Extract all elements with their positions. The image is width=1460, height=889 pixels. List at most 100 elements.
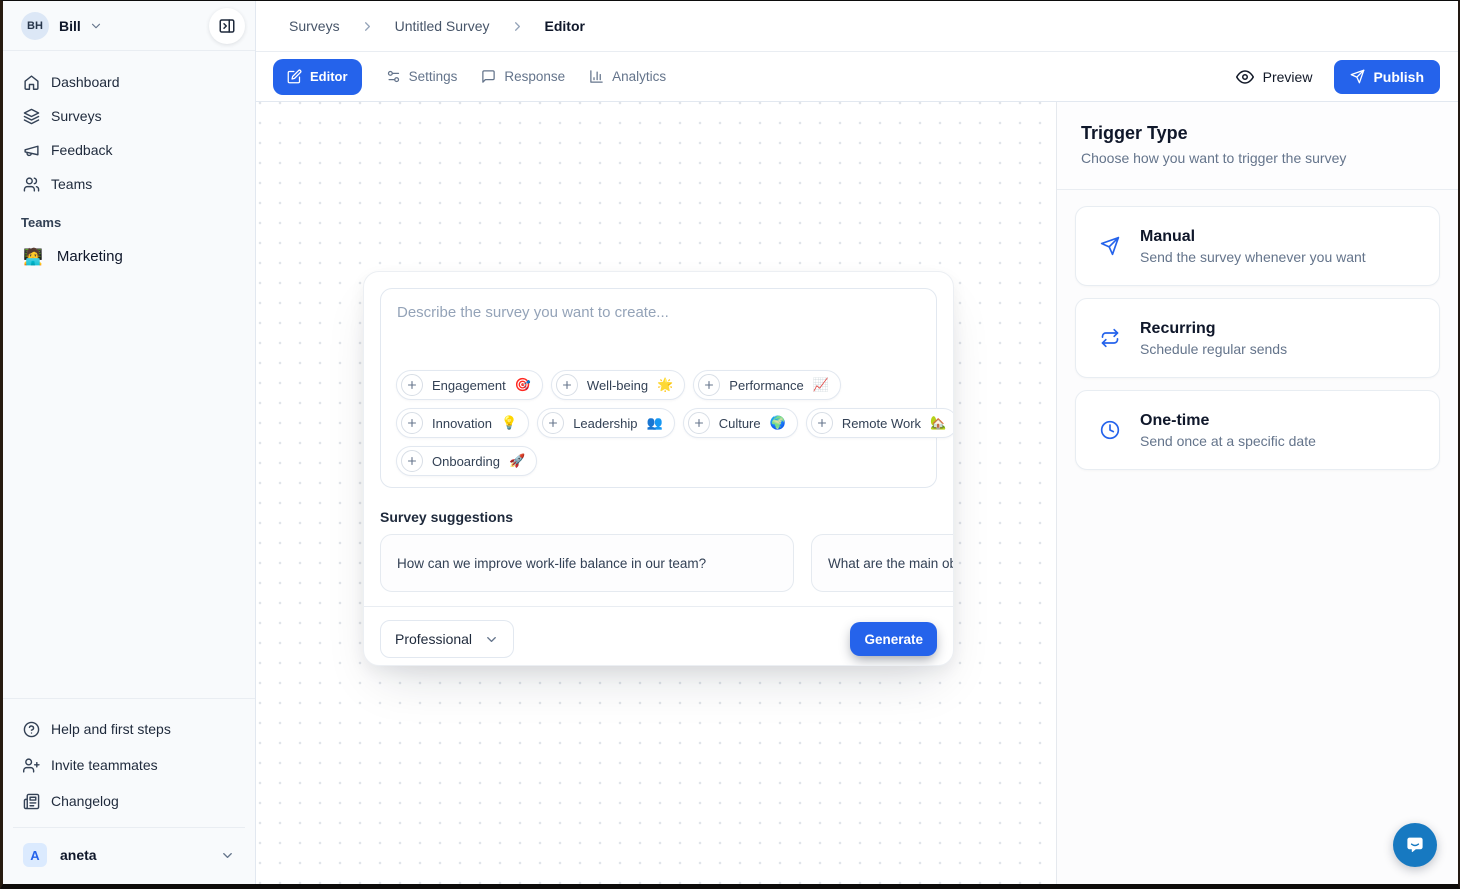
- sidebar-footer: Help and first steps Invite teammates Ch…: [3, 698, 255, 884]
- sidebar-item-team-marketing[interactable]: 🧑‍💻 Marketing: [15, 238, 243, 274]
- chip-label: Performance: [729, 378, 803, 393]
- sidebar-item-teams[interactable]: Teams: [15, 167, 243, 201]
- tone-select[interactable]: Professional: [380, 620, 514, 658]
- tab-response[interactable]: Response: [481, 69, 565, 84]
- sidebar-nav: Dashboard Surveys Feedback Teams: [3, 51, 255, 698]
- chip-label: Well-being: [587, 378, 648, 393]
- trigger-option-recurring[interactable]: Recurring Schedule regular sends: [1075, 298, 1440, 378]
- trigger-panel-header: Trigger Type Choose how you want to trig…: [1057, 102, 1458, 190]
- chevron-down-icon: [89, 19, 103, 33]
- survey-prompt-input[interactable]: [381, 289, 936, 353]
- layers-icon: [23, 108, 40, 125]
- sidebar-item-help[interactable]: Help and first steps: [15, 711, 243, 747]
- sidebar-item-dashboard[interactable]: Dashboard: [15, 65, 243, 99]
- sidebar-item-feedback[interactable]: Feedback: [15, 133, 243, 167]
- plus-icon: [401, 450, 423, 472]
- chevron-right-icon: [510, 19, 525, 34]
- clock-icon: [1100, 420, 1120, 440]
- main-area: Surveys Untitled Survey Editor Editor: [256, 1, 1458, 884]
- trigger-options: Manual Send the survey whenever you want…: [1057, 190, 1458, 486]
- sliders-icon: [386, 69, 401, 84]
- chat-bubble-icon: [1404, 834, 1426, 856]
- suggestions-title: Survey suggestions: [364, 488, 953, 534]
- trigger-option-title: One-time: [1140, 412, 1316, 430]
- send-icon: [1100, 236, 1120, 256]
- team-name: Marketing: [57, 248, 123, 265]
- breadcrumb-untitled-survey[interactable]: Untitled Survey: [395, 18, 490, 34]
- composer-footer: Professional Generate: [364, 606, 953, 666]
- sidebar-collapse-button[interactable]: [209, 8, 245, 44]
- sidebar-item-label: Changelog: [51, 793, 119, 809]
- chip-emoji: 🏡: [930, 416, 946, 431]
- topic-chip-innovation[interactable]: Innovation 💡: [396, 408, 529, 438]
- chip-label: Innovation: [432, 416, 492, 431]
- topic-chips: Engagement 🎯 Well-being 🌟: [381, 370, 936, 487]
- topic-chip-leadership[interactable]: Leadership 👥: [537, 408, 675, 438]
- breadcrumb-surveys[interactable]: Surveys: [289, 18, 340, 34]
- account-menu[interactable]: A aneta: [15, 836, 243, 874]
- topic-chip-engagement[interactable]: Engagement 🎯: [396, 370, 543, 400]
- topic-chip-well-being[interactable]: Well-being 🌟: [551, 370, 685, 400]
- prompt-box: Engagement 🎯 Well-being 🌟: [380, 288, 937, 488]
- plus-icon: [698, 374, 720, 396]
- chip-label: Remote Work: [842, 416, 921, 431]
- trigger-option-description: Schedule regular sends: [1140, 341, 1287, 357]
- preview-button[interactable]: Preview: [1236, 68, 1313, 86]
- tab-editor[interactable]: Editor: [273, 59, 362, 95]
- sidebar-item-changelog[interactable]: Changelog: [15, 783, 243, 819]
- chevron-right-icon: [360, 19, 375, 34]
- preview-label: Preview: [1263, 69, 1313, 85]
- suggestion-card[interactable]: What are the main ob: [811, 534, 953, 592]
- plus-icon: [556, 374, 578, 396]
- topic-chip-culture[interactable]: Culture 🌍: [683, 408, 798, 438]
- chat-launcher-button[interactable]: [1393, 823, 1437, 867]
- sidebar-item-invite[interactable]: Invite teammates: [15, 747, 243, 783]
- chip-label: Culture: [719, 416, 761, 431]
- newspaper-icon: [23, 793, 40, 810]
- tab-bar: Editor Settings Response Analytics: [256, 52, 1458, 102]
- sidebar-item-label: Help and first steps: [51, 721, 171, 737]
- plus-icon: [811, 412, 833, 434]
- divider: [13, 827, 245, 828]
- topic-chip-remote-work[interactable]: Remote Work 🏡: [806, 408, 954, 438]
- trigger-option-title: Recurring: [1140, 320, 1287, 338]
- repeat-icon: [1100, 328, 1120, 348]
- trigger-option-title: Manual: [1140, 228, 1366, 246]
- panel-toggle-icon: [218, 17, 236, 35]
- workspace-switcher[interactable]: BH Bill: [3, 1, 255, 51]
- team-emoji-icon: 🧑‍💻: [23, 247, 43, 266]
- chip-emoji: 🚀: [509, 454, 525, 469]
- chip-label: Leadership: [573, 416, 637, 431]
- users-icon: [23, 176, 40, 193]
- publish-button[interactable]: Publish: [1334, 60, 1440, 94]
- eye-icon: [1236, 68, 1254, 86]
- sidebar-item-label: Dashboard: [51, 74, 120, 90]
- chat-bubble-icon: [481, 69, 496, 84]
- home-icon: [23, 74, 40, 91]
- chip-emoji: 📈: [813, 378, 829, 393]
- chip-emoji: 🌟: [657, 378, 673, 393]
- suggestions-row: How can we improve work-life balance in …: [364, 534, 953, 592]
- sidebar-item-label: Surveys: [51, 108, 102, 124]
- sidebar-item-label: Teams: [51, 176, 92, 192]
- megaphone-icon: [23, 142, 40, 159]
- breadcrumb: Surveys Untitled Survey Editor: [256, 1, 1458, 52]
- tab-settings[interactable]: Settings: [386, 69, 458, 84]
- trigger-option-one-time[interactable]: One-time Send once at a specific date: [1075, 390, 1440, 470]
- plus-icon: [401, 374, 423, 396]
- chip-label: Onboarding: [432, 454, 500, 469]
- suggestion-card[interactable]: How can we improve work-life balance in …: [380, 534, 794, 592]
- topic-chip-onboarding[interactable]: Onboarding 🚀: [396, 446, 537, 476]
- tab-label: Editor: [310, 69, 348, 84]
- editor-canvas[interactable]: Engagement 🎯 Well-being 🌟: [256, 102, 1057, 884]
- topic-chip-performance[interactable]: Performance 📈: [693, 370, 841, 400]
- trigger-option-manual[interactable]: Manual Send the survey whenever you want: [1075, 206, 1440, 286]
- sidebar-item-label: Feedback: [51, 142, 112, 158]
- tab-analytics[interactable]: Analytics: [589, 69, 666, 84]
- bar-chart-icon: [589, 69, 604, 84]
- generate-button[interactable]: Generate: [850, 622, 937, 656]
- sidebar-item-label: Invite teammates: [51, 757, 158, 773]
- chevron-down-icon: [220, 848, 235, 863]
- sidebar-item-surveys[interactable]: Surveys: [15, 99, 243, 133]
- workspace-name: Bill: [59, 18, 81, 34]
